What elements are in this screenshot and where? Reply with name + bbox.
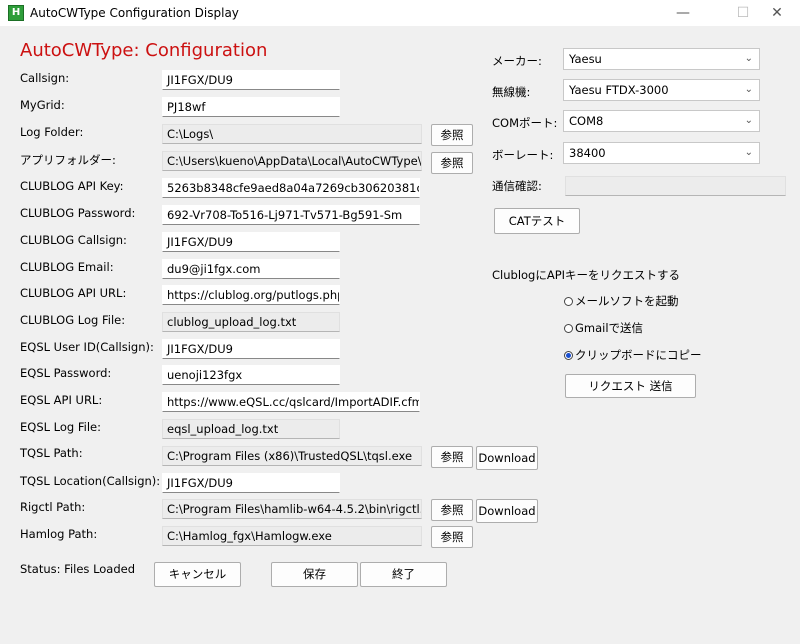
save-button[interactable]: 保存 <box>271 562 358 587</box>
tqsl-download-button[interactable]: Download <box>476 446 538 470</box>
maker-label: メーカー: <box>492 54 542 68</box>
app-folder-input[interactable]: C:\Users\kueno\AppData\Local\AutoCWType\ <box>162 151 422 171</box>
app-folder-label: アプリフォルダー: <box>20 153 116 167</box>
hamlog-path-input[interactable]: C:\Hamlog_fgx\Hamlogw.exe <box>162 526 422 546</box>
radio-selected-icon <box>564 351 573 360</box>
log-folder-input[interactable]: C:\Logs\ <box>162 124 422 144</box>
radio-model-select[interactable]: Yaesu FTDX-3000 ⌄ <box>563 79 760 101</box>
baud-rate-select[interactable]: 38400 ⌄ <box>563 142 760 164</box>
clublog-callsign-input[interactable]: JI1FGX/DU9 <box>162 232 340 252</box>
hamlog-path-label: Hamlog Path: <box>20 527 98 541</box>
com-port-select[interactable]: COM8 ⌄ <box>563 110 760 132</box>
eqsl-log-file-label: EQSL Log File: <box>20 420 101 434</box>
radio-icon <box>564 324 573 333</box>
radio-model-value: Yaesu FTDX-3000 <box>569 83 669 97</box>
radio-model-label: 無線機: <box>492 85 531 99</box>
eqsl-password-input[interactable]: uenoji123fgx <box>162 365 340 385</box>
connection-check-field <box>565 176 786 196</box>
rigctl-path-input[interactable]: C:\Program Files\hamlib-w64-4.5.2\bin\ri… <box>162 499 422 519</box>
cat-test-button[interactable]: CATテスト <box>494 208 580 234</box>
window-title: AutoCWType Configuration Display <box>30 6 239 20</box>
app-folder-browse-button[interactable]: 参照 <box>431 152 473 174</box>
clublog-api-url-label: CLUBLOG API URL: <box>20 286 127 300</box>
tqsl-location-input[interactable]: JI1FGX/DU9 <box>162 473 340 493</box>
baud-rate-label: ボーレート: <box>492 148 554 162</box>
eqsl-api-url-input[interactable]: https://www.eQSL.cc/qslcard/ImportADIF.c… <box>162 392 420 412</box>
com-port-value: COM8 <box>569 114 604 128</box>
eqsl-user-id-input[interactable]: JI1FGX/DU9 <box>162 339 340 359</box>
clublog-email-label: CLUBLOG Email: <box>20 260 114 274</box>
clublog-password-input[interactable]: 692-Vr708-To516-Lj971-Tv571-Bg591-Sm <box>162 205 420 225</box>
clublog-email-input[interactable]: du9@ji1fgx.com <box>162 259 340 279</box>
exit-button[interactable]: 終了 <box>360 562 447 587</box>
hamlog-path-browse-button[interactable]: 参照 <box>431 526 473 548</box>
log-folder-label: Log Folder: <box>20 125 84 139</box>
radio-copy-clipboard[interactable]: クリップボードにコピー <box>564 347 702 363</box>
radio-open-mail-app-label: メールソフトを起動 <box>575 294 679 308</box>
send-request-button[interactable]: リクエスト 送信 <box>565 374 696 398</box>
chevron-down-icon: ⌄ <box>744 53 753 64</box>
chevron-down-icon: ⌄ <box>744 115 753 126</box>
mygrid-input[interactable]: PJ18wf <box>162 97 340 117</box>
radio-send-gmail-label: Gmailで送信 <box>575 321 644 335</box>
radio-icon <box>564 297 573 306</box>
chevron-down-icon: ⌄ <box>744 147 753 158</box>
callsign-label: Callsign: <box>20 71 70 85</box>
clublog-api-url-input[interactable]: https://clublog.org/putlogs.php <box>162 285 340 305</box>
rigctl-path-label: Rigctl Path: <box>20 500 86 514</box>
baud-rate-value: 38400 <box>569 146 606 160</box>
tqsl-location-label: TQSL Location(Callsign): <box>20 474 161 488</box>
page-title: AutoCWType: Configuration <box>20 40 268 61</box>
tqsl-path-browse-button[interactable]: 参照 <box>431 446 473 468</box>
clublog-request-heading: ClublogにAPIキーをリクエストする <box>492 268 681 282</box>
tqsl-path-input[interactable]: C:\Program Files (x86)\TrustedQSL\tqsl.e… <box>162 446 422 466</box>
chevron-down-icon: ⌄ <box>744 84 753 95</box>
status-text: Status: Files Loaded <box>20 562 136 576</box>
radio-open-mail-app[interactable]: メールソフトを起動 <box>564 293 679 309</box>
rigctl-download-button[interactable]: Download <box>476 499 538 523</box>
app-icon: H <box>8 5 24 21</box>
log-folder-browse-button[interactable]: 参照 <box>431 124 473 146</box>
eqsl-api-url-label: EQSL API URL: <box>20 393 103 407</box>
com-port-label: COMポート: <box>492 116 558 130</box>
clublog-api-key-label: CLUBLOG API Key: <box>20 179 124 193</box>
tqsl-path-label: TQSL Path: <box>20 446 83 460</box>
clublog-log-file-input[interactable]: clublog_upload_log.txt <box>162 312 340 332</box>
radio-copy-clipboard-label: クリップボードにコピー <box>575 348 702 362</box>
title-bar: H AutoCWType Configuration Display — ☐ ✕ <box>0 0 800 26</box>
clublog-password-label: CLUBLOG Password: <box>20 206 136 220</box>
connection-check-label: 通信確認: <box>492 179 542 193</box>
cancel-button[interactable]: キャンセル <box>154 562 241 587</box>
clublog-log-file-label: CLUBLOG Log File: <box>20 313 126 327</box>
maker-select[interactable]: Yaesu ⌄ <box>563 48 760 70</box>
radio-send-gmail[interactable]: Gmailで送信 <box>564 320 643 336</box>
callsign-input[interactable]: JI1FGX/DU9 <box>162 70 340 90</box>
close-button[interactable]: ✕ <box>754 0 800 26</box>
mygrid-label: MyGrid: <box>20 98 65 112</box>
rigctl-path-browse-button[interactable]: 参照 <box>431 499 473 521</box>
clublog-api-key-input[interactable]: 5263b8348cfe9aed8a04a7269cb30620381c5953 <box>162 178 420 198</box>
eqsl-log-file-input[interactable]: eqsl_upload_log.txt <box>162 419 340 439</box>
minimize-button[interactable]: — <box>660 0 706 26</box>
clublog-callsign-label: CLUBLOG Callsign: <box>20 233 127 247</box>
eqsl-user-id-label: EQSL User ID(Callsign): <box>20 340 154 354</box>
maker-value: Yaesu <box>569 52 602 66</box>
eqsl-password-label: EQSL Password: <box>20 366 112 380</box>
